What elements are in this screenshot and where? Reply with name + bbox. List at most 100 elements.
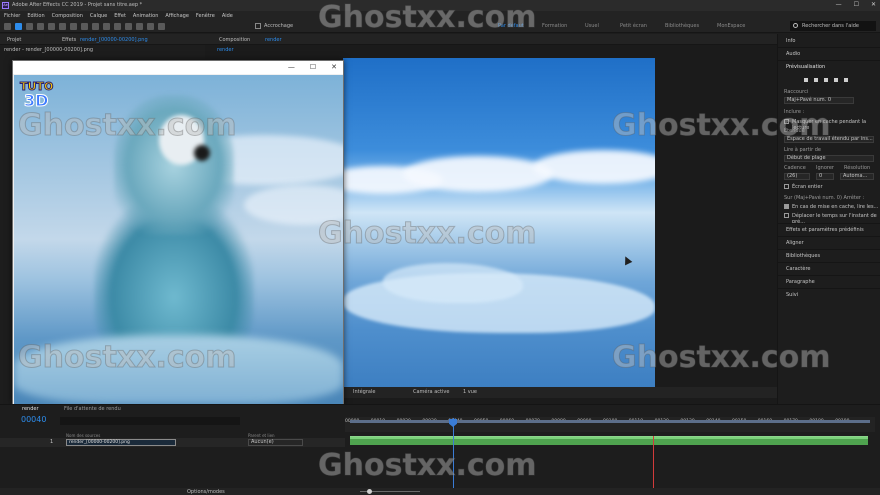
- current-timecode[interactable]: 00040: [21, 415, 46, 424]
- menu-composition[interactable]: Composition: [52, 13, 83, 19]
- tab-project[interactable]: Projet: [7, 37, 21, 43]
- resolution-dropdown[interactable]: Automa...: [840, 173, 874, 180]
- stamp-tool-icon[interactable]: [125, 22, 132, 30]
- brush-tool-icon[interactable]: [114, 22, 121, 30]
- popup-close-button[interactable]: ✕: [331, 63, 337, 71]
- footage-preview-window[interactable]: — ☐ ✕ TUTO 3D: [12, 60, 344, 405]
- workspace-usuel[interactable]: Usuel: [585, 23, 599, 29]
- search-icon: [793, 23, 798, 28]
- home-tool-icon[interactable]: [4, 22, 11, 30]
- work-area-bar[interactable]: [350, 420, 870, 423]
- close-button[interactable]: ✕: [871, 1, 876, 8]
- fullscreen-checkbox[interactable]: [784, 184, 789, 189]
- raccourci-dropdown[interactable]: Maj+Pavé num. 0: [784, 97, 854, 104]
- popup-minimize-button[interactable]: —: [288, 63, 295, 71]
- tab-composition[interactable]: Composition: [219, 37, 250, 43]
- water-splash-shape: [383, 263, 523, 303]
- options-modes-toggle[interactable]: Options/modes: [187, 489, 225, 495]
- zoom-slider-handle[interactable]: [367, 489, 372, 494]
- tab-effects-name[interactable]: render_[00000-00200].png: [80, 37, 148, 43]
- menu-fichier[interactable]: Fichier: [4, 13, 20, 19]
- layer-name[interactable]: render_[00000-00200].png: [66, 439, 176, 446]
- minimize-button[interactable]: —: [836, 1, 842, 8]
- right-panel-stack: Info Audio Prévisualisation Raccourci Ma…: [777, 34, 880, 404]
- panel-effects-presets[interactable]: Effets et paramètres prédéfinis: [786, 227, 864, 233]
- composition-viewer[interactable]: [343, 58, 655, 387]
- panel-preview[interactable]: Prévisualisation: [786, 64, 825, 70]
- menu-calque[interactable]: Calque: [90, 13, 107, 19]
- end-marker-line: [653, 436, 654, 488]
- next-frame-icon[interactable]: [834, 78, 838, 82]
- menu-effet[interactable]: Effet: [114, 13, 126, 19]
- tab-comp-name[interactable]: render: [265, 37, 282, 43]
- snap-checkbox[interactable]: [255, 23, 261, 29]
- lire-partir-label: Lire à partir de: [784, 147, 821, 153]
- lire-partir-dropdown[interactable]: Début de plage: [784, 155, 874, 162]
- panel-info[interactable]: Info: [786, 38, 795, 44]
- camera-tool-icon[interactable]: [59, 22, 66, 30]
- menu-animation[interactable]: Animation: [133, 13, 159, 19]
- panel-aligner[interactable]: Aligner: [786, 240, 804, 246]
- panel-bibliotheques[interactable]: Bibliothèques: [786, 253, 820, 259]
- workspace-par-defaut[interactable]: Par défaut: [498, 23, 524, 29]
- popup-title-bar: — ☐ ✕: [13, 61, 343, 74]
- zoom-tool-icon[interactable]: [37, 22, 44, 30]
- eraser-tool-icon[interactable]: [136, 22, 143, 30]
- roto-brush-tool-icon[interactable]: [147, 22, 154, 30]
- toolbar: Accrochage Par défaut Formation Usuel Pe…: [0, 20, 880, 33]
- first-frame-icon[interactable]: [804, 78, 808, 82]
- panel-suivi[interactable]: Suivi: [786, 292, 798, 298]
- puppet-tool-icon[interactable]: [158, 22, 165, 30]
- timeline-search-input[interactable]: [60, 417, 240, 425]
- last-frame-icon[interactable]: [844, 78, 848, 82]
- maximize-button[interactable]: ☐: [854, 1, 859, 8]
- timeline-panel: render File d'attente de rendu 00040 Nom…: [0, 404, 880, 495]
- hand-tool-icon[interactable]: [26, 22, 33, 30]
- views-dropdown[interactable]: 1 vue: [463, 389, 477, 395]
- composition-bottom-bar: Intégrale Caméra active 1 vue: [343, 387, 777, 398]
- popup-maximize-button[interactable]: ☐: [310, 63, 316, 71]
- text-tool-icon[interactable]: [103, 22, 110, 30]
- cache-during-playback-checkbox[interactable]: [784, 119, 789, 124]
- layer-row[interactable]: 1 render_[00000-00200].png Aucun(e): [0, 438, 345, 447]
- selection-tool-icon[interactable]: [15, 22, 22, 30]
- tab-render-queue[interactable]: File d'attente de rendu: [64, 406, 121, 412]
- cadence-dropdown[interactable]: (26): [784, 173, 810, 180]
- camera-dropdown[interactable]: Caméra active: [413, 389, 449, 395]
- rotate-tool-icon[interactable]: [48, 22, 55, 30]
- play-icon[interactable]: [824, 78, 828, 82]
- cache-play-checkbox[interactable]: [784, 204, 789, 209]
- after-effects-logo-icon: Ae: [2, 2, 9, 9]
- resolution-dropdown[interactable]: Intégrale: [353, 389, 375, 395]
- panel-caractere[interactable]: Caractère: [786, 266, 810, 272]
- cadence-label: Cadence: [784, 165, 806, 171]
- menu-affichage[interactable]: Affichage: [165, 13, 189, 19]
- ignorer-field[interactable]: 0: [816, 173, 834, 180]
- cloud-shape: [244, 185, 343, 225]
- panel-audio[interactable]: Audio: [786, 51, 800, 57]
- etendue-dropdown[interactable]: Espace de travail étendu par ins...: [784, 136, 874, 143]
- current-time-indicator-line[interactable]: [453, 418, 454, 488]
- pan-behind-tool-icon[interactable]: [70, 22, 77, 30]
- timeline-bottom-bar: Options/modes: [0, 488, 880, 495]
- pen-tool-icon[interactable]: [92, 22, 99, 30]
- workspace-petit-ecran[interactable]: Petit écran: [620, 23, 647, 29]
- menu-bar: Fichier Edition Composition Calque Effet…: [0, 11, 880, 20]
- panel-paragraphe[interactable]: Paragraphe: [786, 279, 815, 285]
- search-help-input[interactable]: Rechercher dans l'aide: [790, 21, 876, 31]
- tab-effects[interactable]: Effets: [62, 37, 76, 43]
- title-bar: Ae Adobe After Effects CC 2019 - Projet …: [0, 0, 880, 11]
- move-time-checkbox[interactable]: [784, 213, 789, 218]
- tab-timeline-render[interactable]: render: [22, 406, 39, 412]
- shape-tool-icon[interactable]: [81, 22, 88, 30]
- parent-dropdown[interactable]: Aucun(e): [248, 439, 303, 446]
- layer-duration-bar[interactable]: [350, 437, 868, 445]
- workspace-bibliotheques[interactable]: Bibliothèques: [665, 23, 699, 29]
- comp-sub-tab[interactable]: render: [217, 47, 234, 53]
- workspace-formation[interactable]: Formation: [542, 23, 567, 29]
- menu-aide[interactable]: Aide: [222, 13, 233, 19]
- workspace-monespace[interactable]: MonEspace: [717, 23, 745, 29]
- prev-frame-icon[interactable]: [814, 78, 818, 82]
- menu-fenetre[interactable]: Fenêtre: [196, 13, 215, 19]
- menu-edition[interactable]: Edition: [27, 13, 44, 19]
